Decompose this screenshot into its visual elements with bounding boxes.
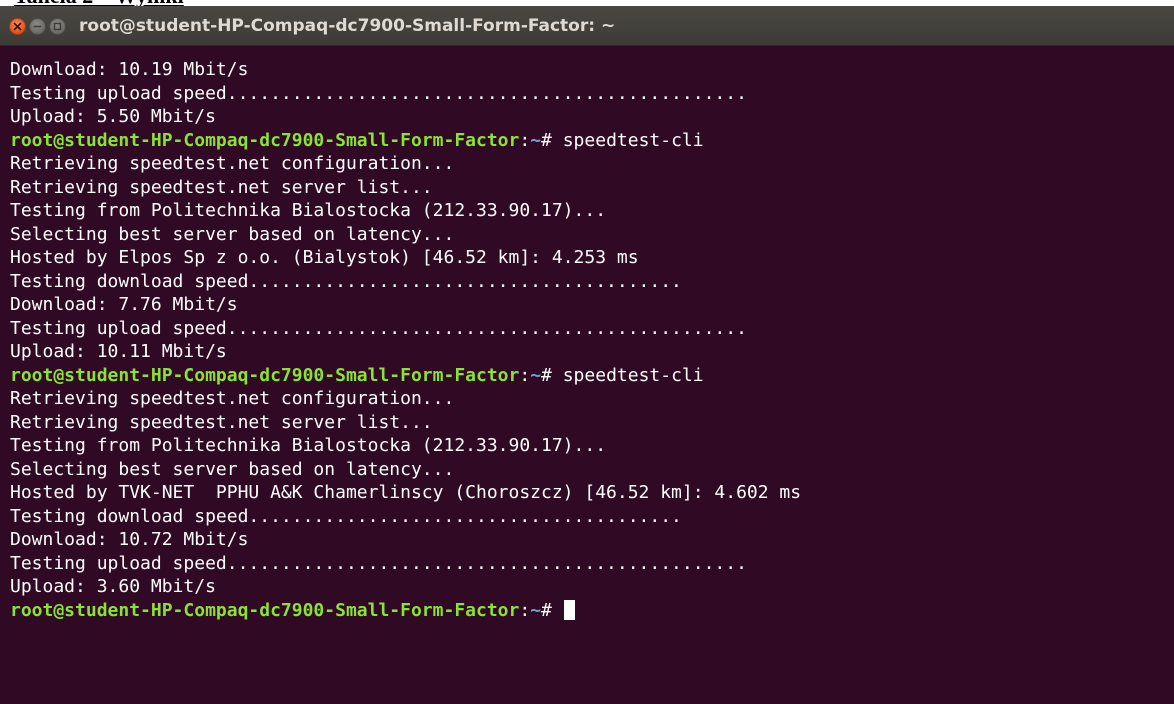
output-line: Retrieving speedtest.net server list... xyxy=(10,411,433,433)
output-line: Hosted by TVK-NET PPHU A&K Chamerlinscy … xyxy=(10,482,802,503)
terminal-output: Download: 10.19 Mbit/s Testing upload spe… xyxy=(10,58,801,622)
output-line: Retrieving speedtest.net configuration..… xyxy=(10,388,455,409)
command-text: speedtest-cli xyxy=(562,129,704,151)
text-cursor[interactable] xyxy=(563,599,575,620)
prompt-line: root@student-HP-Compaq-dc7900-Small-Form… xyxy=(10,364,801,388)
output-line: Selecting best server based on latency..… xyxy=(10,458,455,480)
output-line: Testing upload speed....................… xyxy=(10,552,747,574)
title-bar[interactable]: root@student-HP-Compaq-dc7900-Small-Form… xyxy=(0,6,1174,46)
prompt-path: ~ xyxy=(530,599,542,621)
window-title: root@student-HP-Compaq-dc7900-Small-Form… xyxy=(79,16,616,36)
terminal-window: root@student-HP-Compaq-dc7900-Small-Form… xyxy=(0,6,1174,704)
command-text: speedtest-cli xyxy=(562,364,704,386)
prompt-path: ~ xyxy=(530,364,542,386)
prompt-line: root@student-HP-Compaq-dc7900-Small-Form… xyxy=(10,599,801,623)
output-line: Retrieving speedtest.net server list... xyxy=(10,176,433,198)
maximize-button[interactable] xyxy=(49,18,66,35)
close-button[interactable] xyxy=(9,18,26,35)
output-line: Testing download speed..................… xyxy=(10,505,682,527)
close-icon xyxy=(13,22,22,31)
prompt-line: root@student-HP-Compaq-dc7900-Small-Form… xyxy=(10,129,801,153)
output-line: Download: 7.76 Mbit/s xyxy=(10,294,238,315)
output-line: Upload: 5.50 Mbit/s xyxy=(10,106,216,127)
output-line: Upload: 10.11 Mbit/s xyxy=(10,341,227,362)
prompt-path: ~ xyxy=(530,129,542,151)
output-line: Download: 10.72 Mbit/s xyxy=(10,529,249,550)
output-line: Testing from Politechnika Bialostocka (2… xyxy=(10,435,607,456)
terminal-area[interactable]: Download: 10.19 Mbit/s Testing upload spe… xyxy=(0,46,1174,704)
minimize-button[interactable] xyxy=(29,18,46,35)
output-line: Retrieving speedtest.net configuration..… xyxy=(10,153,455,174)
output-line: Testing upload speed....................… xyxy=(10,317,747,339)
prompt-symbol: # xyxy=(541,599,563,621)
output-line: Hosted by Elpos Sp z o.o. (Bialystok) [4… xyxy=(10,247,639,268)
output-line: Testing download speed..................… xyxy=(10,270,682,292)
output-line: Selecting best server based on latency..… xyxy=(10,223,455,245)
prompt-separator: : xyxy=(519,599,531,621)
prompt-user-host: root@student-HP-Compaq-dc7900-Small-Form… xyxy=(10,599,520,621)
prompt-user-host: root@student-HP-Compaq-dc7900-Small-Form… xyxy=(10,364,520,386)
output-line: Download: 10.19 Mbit/s xyxy=(10,59,249,80)
prompt-separator: : xyxy=(519,364,531,386)
output-line: Testing upload speed....................… xyxy=(10,82,747,104)
prompt-user-host: root@student-HP-Compaq-dc7900-Small-Form… xyxy=(10,129,520,151)
output-line: Testing from Politechnika Bialostocka (2… xyxy=(10,200,607,221)
prompt-symbol: # xyxy=(541,364,563,386)
prompt-separator: : xyxy=(519,129,531,151)
minimize-icon xyxy=(33,25,42,28)
maximize-icon xyxy=(53,22,62,31)
output-line: Upload: 3.60 Mbit/s xyxy=(10,576,216,597)
prompt-symbol: # xyxy=(541,129,563,151)
